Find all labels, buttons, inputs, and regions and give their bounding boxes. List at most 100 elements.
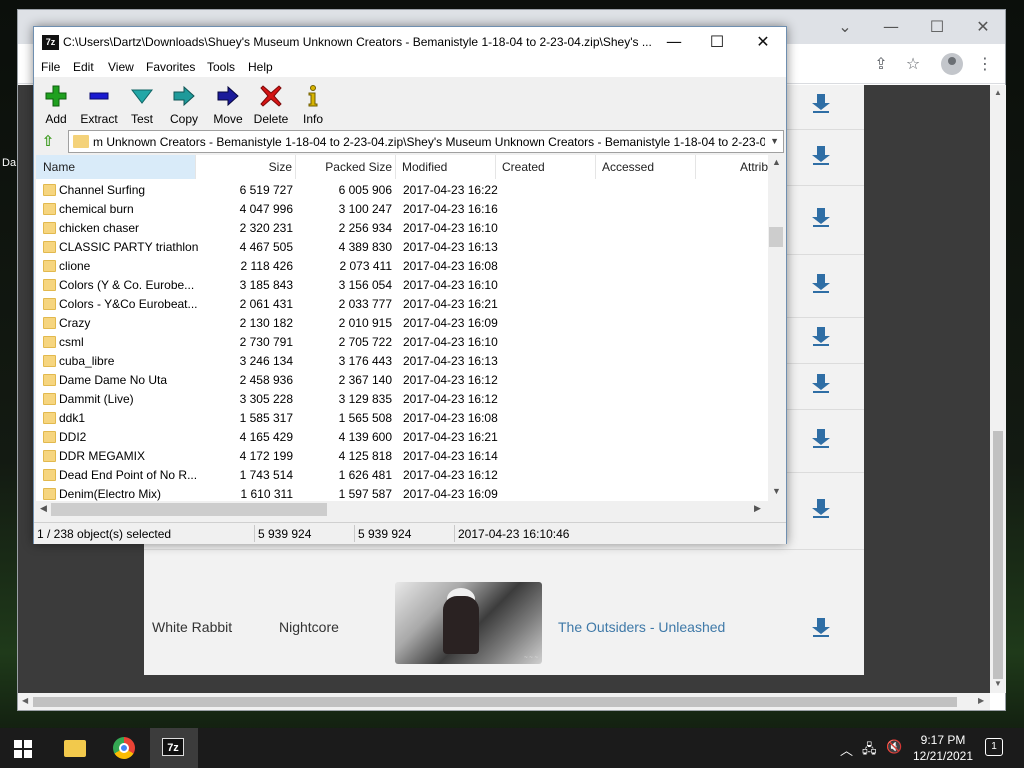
column-header-name[interactable]: Name: [36, 155, 196, 179]
download-icon[interactable]: [812, 327, 830, 347]
scroll-thumb[interactable]: [769, 227, 783, 247]
folder-icon: [43, 260, 56, 272]
delete-button[interactable]: Delete: [251, 81, 291, 126]
folder-icon: [43, 469, 56, 481]
scroll-thumb[interactable]: [993, 431, 1003, 679]
album-thumbnail[interactable]: ~ ~ ~: [395, 582, 542, 664]
file-row[interactable]: csml 2 730 791 2 705 722 2017-04-23 16:10: [36, 333, 770, 352]
scroll-up-arrow[interactable]: ▲: [994, 88, 1002, 97]
file-row[interactable]: Dame Dame No Uta 2 458 936 2 367 140 2017-0…: [36, 371, 770, 390]
chevron-up-icon[interactable]: ︿: [840, 740, 853, 759]
download-icon[interactable]: [812, 499, 830, 519]
scroll-left-arrow[interactable]: ◀: [40, 503, 47, 514]
file-packed-size: 1 626 481: [338, 468, 392, 482]
file-row[interactable]: DDI2 4 165 429 4 139 600 2017-04-23 16:21: [36, 428, 770, 447]
up-folder-icon[interactable]: ⇧: [38, 131, 58, 151]
download-icon[interactable]: [812, 274, 830, 294]
menu-help[interactable]: Help: [248, 60, 273, 74]
chevron-down-icon[interactable]: ▼: [770, 136, 779, 146]
page-vertical-scrollbar[interactable]: ▲ ▼: [990, 85, 1006, 693]
column-header-accessed[interactable]: Accessed: [596, 155, 696, 179]
sevenzip-titlebar[interactable]: 7z C:\Users\Dartz\Downloads\Shuey's Muse…: [34, 27, 786, 57]
taskbar-file-explorer[interactable]: [50, 728, 98, 768]
scroll-down-arrow[interactable]: ▼: [772, 486, 781, 496]
menu-view[interactable]: View: [108, 60, 134, 74]
minimize-icon[interactable]: —: [662, 31, 686, 53]
windows-start-icon[interactable]: [14, 740, 32, 758]
add-button[interactable]: Add: [38, 81, 74, 126]
file-row[interactable]: DDR MEGAMIX 4 172 199 4 125 818 2017-04-23 …: [36, 447, 770, 466]
taskbar-chrome[interactable]: [100, 728, 148, 768]
maximize-icon[interactable]: ☐: [926, 16, 948, 38]
scroll-thumb[interactable]: [33, 697, 957, 707]
share-icon[interactable]: ⇪: [870, 53, 892, 75]
move-button[interactable]: Move: [210, 81, 246, 126]
system-clock[interactable]: 9:17 PM 12/21/2021: [912, 732, 974, 764]
scroll-left-arrow[interactable]: ◀: [22, 696, 28, 705]
info-button[interactable]: Info: [299, 81, 327, 126]
file-row[interactable]: Dammit (Live) 3 305 228 3 129 835 2017-04-2…: [36, 390, 770, 409]
bookmark-star-icon[interactable]: ☆: [902, 53, 924, 75]
file-name: Colors (Y & Co. Eurobe...: [59, 278, 195, 292]
path-combobox[interactable]: m Unknown Creators - Bemanistyle 1-18-04…: [68, 130, 784, 153]
volume-muted-icon[interactable]: 🔇: [886, 740, 902, 755]
download-icon[interactable]: [812, 618, 830, 638]
minimize-icon[interactable]: —: [880, 16, 902, 38]
extract-button[interactable]: Extract: [77, 81, 121, 126]
file-row[interactable]: Denim(Electro Mix) 1 610 311 1 597 587 2017…: [36, 485, 770, 501]
menu-kebab-icon[interactable]: ⋮: [974, 53, 996, 75]
taskbar-sevenzip[interactable]: 7z: [150, 728, 198, 768]
file-row[interactable]: Channel Surfing 6 519 727 6 005 906 2017-04…: [36, 181, 770, 200]
download-icon[interactable]: [812, 94, 830, 114]
file-row[interactable]: Crazy 2 130 182 2 010 915 2017-04-23 16:09: [36, 314, 770, 333]
file-row[interactable]: Dead End Point of No R... 1 743 514 1 626 …: [36, 466, 770, 485]
file-size: 2 320 231: [239, 221, 293, 235]
file-row[interactable]: chicken chaser 2 320 231 2 256 934 2017-04-…: [36, 219, 770, 238]
download-icon[interactable]: [812, 374, 830, 394]
file-size: 2 118 426: [240, 259, 294, 273]
menu-edit[interactable]: Edit: [73, 60, 94, 74]
list-horizontal-scrollbar[interactable]: ◀ ▶: [36, 501, 768, 518]
file-row[interactable]: Colors - Y&Co Eurobeat... 2 061 431 2 033 …: [36, 295, 770, 314]
download-icon[interactable]: [812, 429, 830, 449]
desktop-icon-label[interactable]: Da: [2, 157, 16, 169]
download-icon[interactable]: [812, 208, 830, 228]
tab-search-icon[interactable]: ⌄: [834, 16, 856, 38]
menu-favorites[interactable]: Favorites: [146, 60, 195, 74]
close-icon[interactable]: ✕: [751, 31, 775, 53]
file-row[interactable]: Colors (Y & Co. Eurobe... 3 185 843 3 156 …: [36, 276, 770, 295]
close-icon[interactable]: ✕: [972, 16, 994, 38]
extract-label: Extract: [80, 112, 118, 126]
file-row[interactable]: cuba_libre 3 246 134 3 176 443 2017-04-23 1…: [36, 352, 770, 371]
scroll-up-arrow[interactable]: ▲: [772, 157, 781, 167]
profile-avatar[interactable]: [941, 53, 963, 75]
file-row[interactable]: ddk1 1 585 317 1 565 508 2017-04-23 16:08: [36, 409, 770, 428]
column-header-size[interactable]: Size: [196, 155, 296, 179]
column-header-packed-size[interactable]: Packed Size: [296, 155, 396, 179]
file-row[interactable]: CLASSIC PARTY triathlon 4 467 505 4 389 83…: [36, 238, 770, 257]
delete-label: Delete: [253, 112, 289, 126]
scroll-right-arrow[interactable]: ▶: [754, 503, 761, 514]
column-header-modified[interactable]: Modified: [396, 155, 496, 179]
notification-center-icon[interactable]: 1: [985, 738, 1003, 756]
list-vertical-scrollbar[interactable]: ▲ ▼: [768, 155, 785, 501]
file-modified: 2017-04-23 16:12: [403, 373, 498, 387]
page-horizontal-scrollbar[interactable]: ◀ ▶: [18, 693, 990, 710]
column-header-attrib[interactable]: Attrib: [696, 155, 770, 179]
test-button[interactable]: Test: [126, 81, 158, 126]
file-row[interactable]: clione 2 118 426 2 073 411 2017-04-23 16:08: [36, 257, 770, 276]
menu-tools[interactable]: Tools: [207, 60, 235, 74]
file-name: DDR MEGAMIX: [59, 449, 146, 463]
column-header-created[interactable]: Created: [496, 155, 596, 179]
scroll-thumb[interactable]: [51, 503, 327, 516]
maximize-icon[interactable]: ☐: [705, 31, 729, 53]
menu-file[interactable]: File: [41, 60, 60, 74]
download-icon[interactable]: [812, 146, 830, 166]
folder-icon: [43, 374, 56, 386]
file-row[interactable]: chemical burn 4 047 996 3 100 247 2017-04-2…: [36, 200, 770, 219]
album-link[interactable]: The Outsiders - Unleashed: [558, 619, 725, 635]
copy-button[interactable]: Copy: [166, 81, 202, 126]
network-icon[interactable]: 🖧: [862, 740, 877, 762]
scroll-right-arrow[interactable]: ▶: [978, 696, 984, 705]
scroll-down-arrow[interactable]: ▼: [994, 679, 1002, 688]
